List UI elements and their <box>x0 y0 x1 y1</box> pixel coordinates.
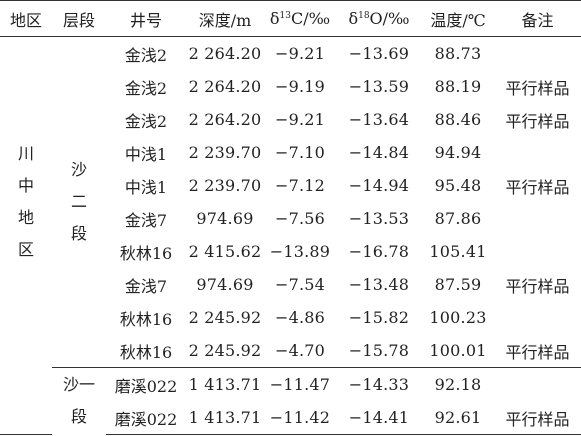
note-cell: 平行样品 <box>505 111 570 131</box>
temperature-cell: 100.23 <box>429 308 487 327</box>
depth-cell: 1 413.71 <box>186 401 264 435</box>
temperature-cell: 95.48 <box>434 176 482 195</box>
delta13c-cell: −4.86 <box>274 308 326 327</box>
temperature-cell: 87.86 <box>434 209 482 228</box>
delta13c-cell: −4.70 <box>274 341 326 360</box>
formation-char: 二 <box>70 192 87 211</box>
well-cell: 秋林16 <box>119 309 173 329</box>
isotope-data-table: 地区 层段 井号 深度/m δ13C/‰ δ18O/‰ 温度/℃ 备注 川 中 … <box>0 0 581 435</box>
depth-cell: 2 239.70 <box>188 176 262 195</box>
depth-cell: 2 415.62 <box>188 242 262 261</box>
delta18o-cell: −13.69 <box>348 44 410 63</box>
delta13c-cell: −11.47 <box>264 367 336 401</box>
well-cell: 中浅1 <box>124 144 168 164</box>
table-row: 川 中 地 区 沙 二 段 金浅2 2 264.20 −9.21 −13.69 … <box>0 37 581 259</box>
well-cell: 磨溪022 <box>106 401 186 435</box>
depth-cell: 974.69 <box>196 275 254 294</box>
delta18o-cell: −13.59 <box>348 77 410 96</box>
note-cell: 平行样品 <box>505 177 570 197</box>
delta18o-cell: −13.53 <box>348 209 410 228</box>
delta18o-cell: −15.78 <box>348 341 410 360</box>
delta13c-cell: −7.56 <box>274 209 326 228</box>
region-cell: 川 中 地 区 <box>0 37 52 368</box>
temperature-cell: 87.59 <box>434 275 482 294</box>
well-cell: 金浅2 <box>124 111 168 131</box>
temperature-cell: 88.73 <box>434 44 482 63</box>
delta13c-cell: −9.21 <box>274 110 326 129</box>
note-cell <box>494 235 581 268</box>
delta18o-cell: −16.78 <box>348 242 410 261</box>
depth-cell: 2 245.92 <box>188 308 262 327</box>
temperature-cell: 105.41 <box>429 242 487 261</box>
well-cell: 金浅7 <box>124 210 168 230</box>
formation-char: 沙一 <box>62 375 95 395</box>
well-cell: 秋林16 <box>119 243 173 263</box>
note-cell <box>494 136 581 169</box>
header-temperature: 温度/℃ <box>422 0 494 37</box>
delta13c-cell: −9.21 <box>274 44 326 63</box>
region-cell-empty <box>0 401 52 435</box>
region-char: 中 <box>17 176 34 196</box>
header-note: 备注 <box>494 0 581 37</box>
note-cell <box>494 202 581 235</box>
temperature-cell: 92.61 <box>422 401 494 435</box>
delta13c-cell: −7.10 <box>274 143 326 162</box>
note-cell <box>494 367 581 401</box>
delta13c-cell: −7.54 <box>274 275 326 294</box>
formation-char: 段 <box>70 407 87 427</box>
well-cell: 磨溪022 <box>106 367 186 401</box>
delta18o-cell: −15.82 <box>348 308 410 327</box>
header-depth: 深度/m <box>186 0 264 37</box>
region-char: 川 <box>17 144 34 164</box>
delta18o-cell: −13.48 <box>348 275 410 294</box>
well-cell: 金浅2 <box>124 45 168 65</box>
depth-cell: 2 264.20 <box>188 110 262 129</box>
header-row: 地区 层段 井号 深度/m δ13C/‰ δ18O/‰ 温度/℃ 备注 <box>0 0 581 37</box>
delta13c-cell: −9.19 <box>274 77 326 96</box>
header-delta18o: δ18O/‰ <box>336 0 422 37</box>
temperature-cell: 88.46 <box>434 110 482 129</box>
delta18o-cell: −14.33 <box>336 367 422 401</box>
formation-char: 沙 <box>70 160 87 179</box>
region-cell-empty <box>0 368 52 402</box>
formation-cell: 沙 二 段 <box>52 37 106 368</box>
delta18o-cell: −14.84 <box>348 143 410 162</box>
depth-cell: 1 413.71 <box>186 367 264 401</box>
delta13c-cell: −13.89 <box>269 242 331 261</box>
well-cell: 金浅7 <box>124 276 168 296</box>
header-region: 地区 <box>0 0 52 37</box>
delta18o-cell: −14.41 <box>336 401 422 435</box>
region-char: 区 <box>17 240 34 260</box>
formation-cell: 沙一 段 <box>52 367 106 435</box>
page: 地区 层段 井号 深度/m δ13C/‰ δ18O/‰ 温度/℃ 备注 川 中 … <box>0 0 581 436</box>
depth-cell: 2 264.20 <box>188 77 262 96</box>
well-cell: 中浅1 <box>124 177 168 197</box>
note-cell: 平行样品 <box>505 78 570 98</box>
temperature-cell: 92.18 <box>422 367 494 401</box>
temperature-cell: 88.19 <box>434 77 482 96</box>
note-cell: 平行样品 <box>505 276 570 296</box>
well-cell: 金浅2 <box>124 78 168 98</box>
note-cell <box>494 37 581 71</box>
delta18o-cell: −13.64 <box>348 110 410 129</box>
region-char: 地 <box>17 208 34 228</box>
header-formation: 层段 <box>52 0 106 37</box>
well-cell: 秋林16 <box>119 342 173 362</box>
depth-cell: 2 245.92 <box>188 341 262 360</box>
depth-cell: 2 239.70 <box>188 143 262 162</box>
note-cell: 平行样品 <box>494 401 581 435</box>
delta13c-cell: −11.42 <box>264 401 336 435</box>
note-cell: 平行样品 <box>505 342 570 362</box>
delta13c-cell: −7.12 <box>274 176 326 195</box>
temperature-cell: 94.94 <box>434 143 482 162</box>
formation-char: 段 <box>70 224 87 243</box>
table-row: 沙一 段 磨溪022 1 413.71 −11.47 −14.33 92.18 <box>0 367 581 435</box>
note-cell <box>494 301 581 334</box>
delta18o-cell: −14.94 <box>348 176 410 195</box>
temperature-cell: 100.01 <box>429 341 487 360</box>
depth-cell: 2 264.20 <box>188 44 262 63</box>
depth-cell: 974.69 <box>196 209 254 228</box>
header-well: 井号 <box>106 0 186 37</box>
header-delta13c: δ13C/‰ <box>264 0 336 37</box>
